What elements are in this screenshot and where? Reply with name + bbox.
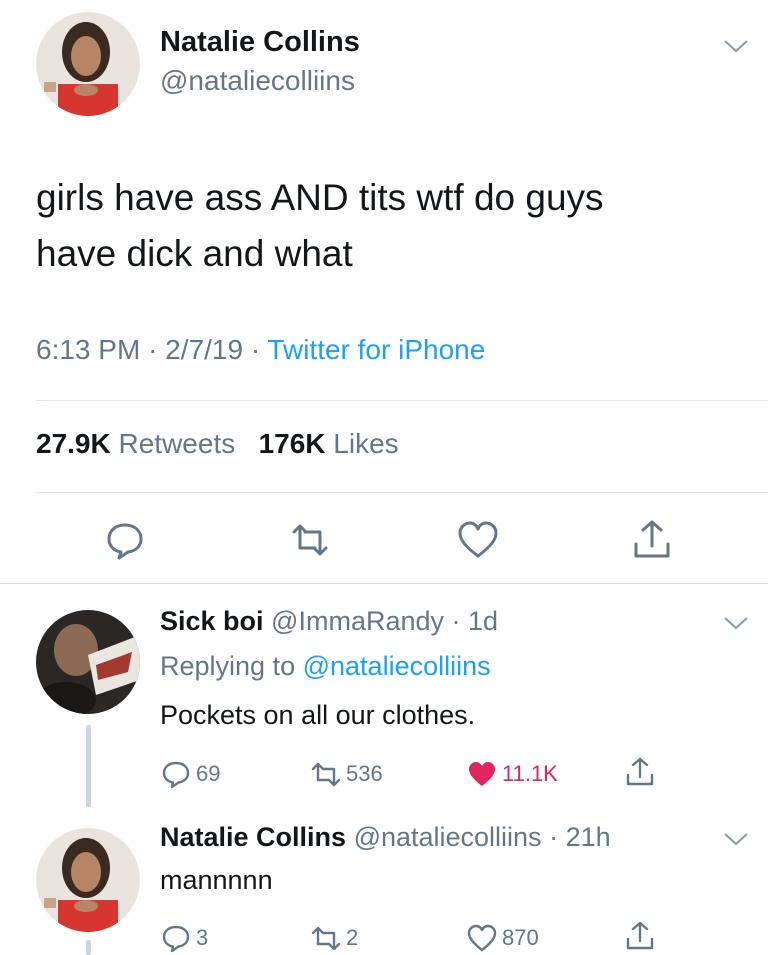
tweet-source-link[interactable]: Twitter for iPhone: [267, 334, 485, 365]
author-handle[interactable]: @ImmaRandy: [271, 606, 444, 636]
retweet-label[interactable]: Retweets: [119, 428, 236, 459]
replying-handle-link[interactable]: @nataliecolliins: [303, 651, 491, 681]
retweet-count[interactable]: 27.9K: [36, 428, 111, 459]
avatar[interactable]: [36, 610, 140, 714]
chevron-down-icon[interactable]: [722, 829, 750, 849]
share-icon: [626, 921, 654, 950]
like-button[interactable]: 870: [466, 922, 539, 954]
heart-filled-icon: [469, 762, 495, 786]
author-handle[interactable]: @nataliecolliins: [354, 822, 542, 852]
tweet-text: girls have ass AND tits wtf do guys have…: [36, 170, 736, 282]
reply-icon: [162, 925, 190, 953]
replying-to: Replying to @nataliecolliins: [160, 651, 491, 682]
author-name[interactable]: Natalie Collins: [160, 822, 346, 852]
reply-icon: [162, 761, 190, 789]
reply-age: · 21h: [549, 822, 611, 852]
author-handle[interactable]: @nataliecolliins: [160, 65, 355, 97]
reply-count: 3: [196, 925, 209, 950]
retweet-button[interactable]: 2: [310, 922, 358, 954]
tweet-date: 2/7/19: [165, 334, 244, 365]
reply-text: Pockets on all our clothes.: [160, 700, 476, 730]
avatar[interactable]: [36, 828, 140, 932]
heart-icon[interactable]: [456, 518, 500, 562]
meta-separator: ·: [250, 334, 261, 365]
tweet-meta: 6:13 PM · 2/7/19 · Twitter for iPhone: [36, 334, 485, 366]
tweet-text-line: have dick and what: [36, 233, 353, 274]
reply-header: Natalie Collins @nataliecolliins · 21h: [160, 822, 611, 853]
share-icon[interactable]: [630, 518, 674, 562]
like-label[interactable]: Likes: [333, 428, 398, 459]
like-button[interactable]: 11.1K: [466, 758, 558, 790]
retweet-icon: [311, 762, 341, 787]
reply-age: · 1d: [451, 606, 499, 636]
reply-icon[interactable]: [103, 518, 147, 562]
share-button[interactable]: [624, 920, 660, 952]
tweet-stats: 27.9K Retweets 176K Likes: [36, 428, 399, 460]
tweet-text-line: girls have ass AND tits wtf do guys: [36, 177, 604, 218]
reply-header: Sick boi @ImmaRandy · 1d: [160, 606, 498, 637]
divider: [36, 400, 768, 401]
reply-text: mannnnn: [160, 865, 273, 895]
share-icon: [626, 757, 654, 786]
like-count[interactable]: 176K: [259, 428, 326, 459]
reply-button[interactable]: 3: [160, 922, 208, 954]
author-name[interactable]: Sick boi: [160, 606, 264, 636]
chevron-down-icon[interactable]: [722, 613, 750, 633]
divider: [0, 583, 768, 584]
divider: [36, 492, 768, 493]
retweet-count: 2: [346, 925, 359, 950]
avatar[interactable]: [36, 12, 140, 116]
meta-separator: ·: [148, 334, 158, 365]
heart-icon: [467, 924, 497, 952]
author-name[interactable]: Natalie Collins: [160, 26, 360, 59]
retweet-count: 536: [346, 761, 383, 786]
chevron-down-icon[interactable]: [722, 36, 750, 56]
thread-line: [86, 725, 91, 807]
tweet-time: 6:13 PM: [36, 334, 141, 365]
retweet-icon: [311, 926, 341, 951]
thread-line: [86, 940, 91, 955]
reply-button[interactable]: 69: [160, 758, 220, 790]
retweet-button[interactable]: 536: [310, 758, 383, 790]
like-count: 11.1K: [502, 761, 558, 786]
share-button[interactable]: [624, 756, 660, 788]
reply-count: 69: [196, 761, 221, 786]
like-count: 870: [502, 925, 539, 950]
replying-label: Replying to: [160, 651, 296, 681]
retweet-icon[interactable]: [288, 518, 332, 562]
